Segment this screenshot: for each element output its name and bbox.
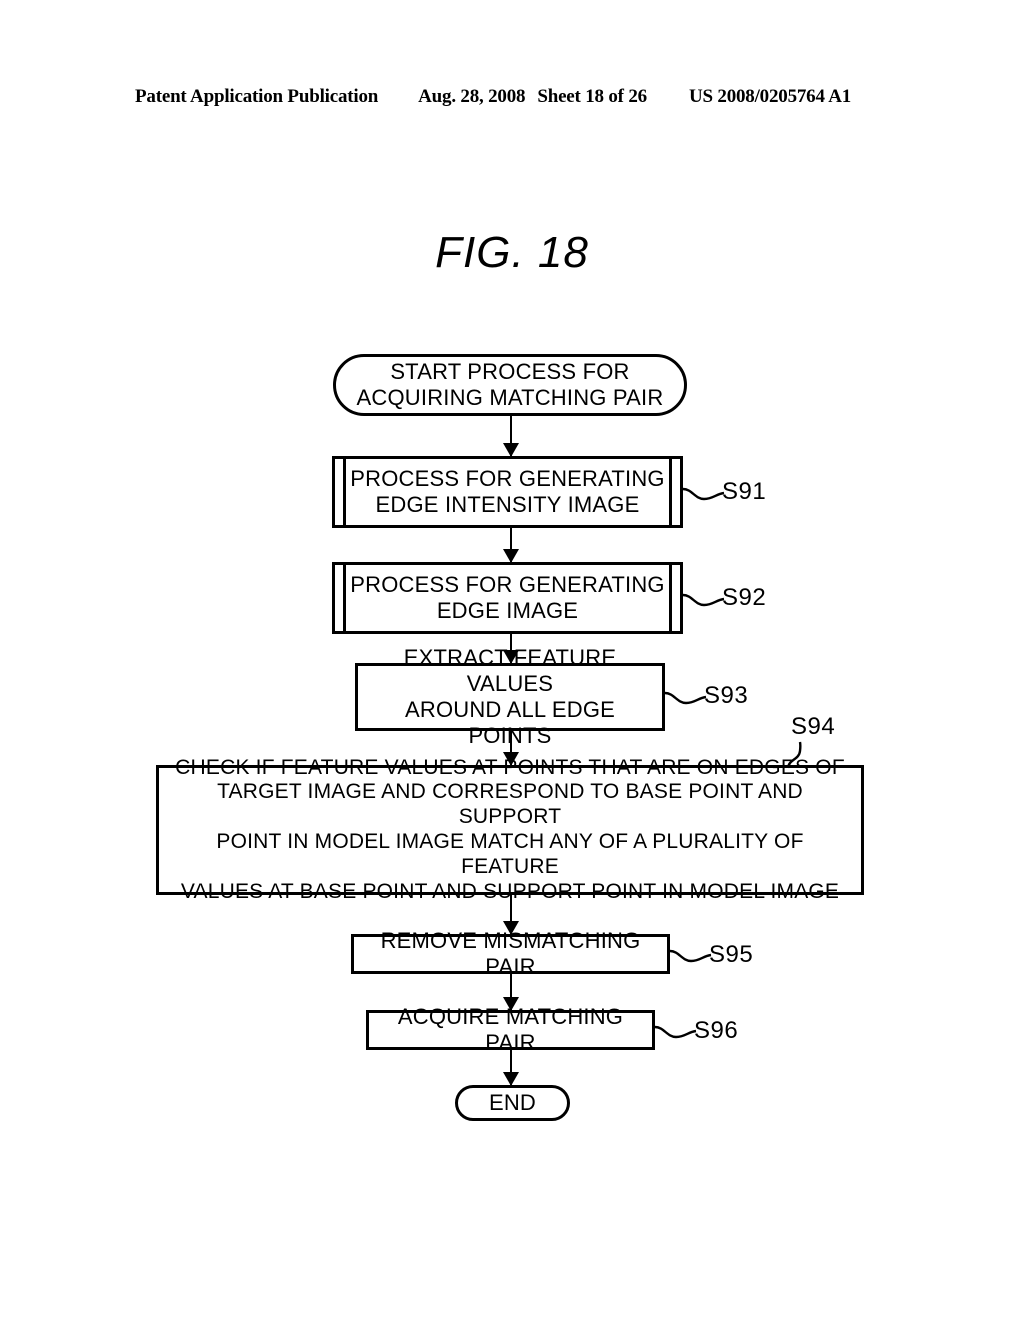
arrowhead-icon (503, 549, 519, 563)
flow-node-s91-text: PROCESS FOR GENERATING EDGE INTENSITY IM… (336, 466, 678, 518)
leader-line-s96 (654, 1025, 697, 1041)
flow-node-s91-line1: PROCESS FOR GENERATING (350, 466, 665, 492)
flow-node-s96: ACQUIRE MATCHING PAIR (366, 1004, 655, 1055)
leader-line-s95 (669, 949, 712, 965)
step-label-s94: S94 (791, 713, 836, 740)
flow-node-s95-text: REMOVE MISMATCHING PAIR (354, 928, 667, 980)
flow-node-s94-line3: POINT IN MODEL IMAGE MATCH ANY OF A PLUR… (216, 830, 804, 878)
arrowhead-icon (503, 1072, 519, 1086)
flow-node-s93-line2: AROUND ALL EDGE POINTS (404, 697, 616, 748)
step-label-s92: S92 (722, 584, 767, 611)
flow-node-s92-line2: EDGE IMAGE (436, 598, 579, 623)
flow-node-end: END (455, 1085, 570, 1121)
flow-node-s96-line1: ACQUIRE MATCHING PAIR (397, 1004, 624, 1055)
flow-node-s94: CHECK IF FEATURE VALUES AT POINTS THAT A… (156, 756, 864, 903)
flow-node-s94-line1: CHECK IF FEATURE VALUES AT POINTS THAT A… (175, 755, 845, 779)
flowchart-diagram: START PROCESS FOR ACQUIRING MATCHING PAI… (0, 0, 1024, 1320)
flow-node-s91-line2: EDGE INTENSITY IMAGE (375, 492, 640, 517)
flow-node-s94-line2: TARGET IMAGE AND CORRESPOND TO BASE POIN… (217, 780, 803, 829)
leader-line-s93 (664, 691, 707, 707)
flow-node-s91: PROCESS FOR GENERATING EDGE INTENSITY IM… (332, 456, 683, 528)
step-label-s96: S96 (694, 1017, 739, 1044)
flow-node-start: START PROCESS FOR ACQUIRING MATCHING PAI… (333, 354, 687, 416)
flow-node-end-line1: END (488, 1090, 537, 1116)
flow-node-s93-line1: EXTRACT FEATURE VALUES (403, 645, 617, 697)
flow-node-start-text: START PROCESS FOR ACQUIRING MATCHING PAI… (343, 359, 678, 411)
flow-node-start-line2: ACQUIRING MATCHING PAIR (356, 385, 664, 410)
step-label-s93: S93 (704, 682, 749, 709)
step-label-s95: S95 (709, 941, 754, 968)
flow-node-s92-line1: PROCESS FOR GENERATING (350, 572, 665, 598)
flow-node-s95: REMOVE MISMATCHING PAIR (351, 928, 670, 979)
flow-node-s93-text: EXTRACT FEATURE VALUES AROUND ALL EDGE P… (358, 645, 662, 749)
flow-node-s96-text: ACQUIRE MATCHING PAIR (369, 1004, 652, 1056)
flow-node-s94-line4: VALUES AT BASE POINT AND SUPPORT POINT I… (180, 879, 840, 903)
leader-line-s92 (682, 593, 725, 609)
step-label-s91: S91 (722, 478, 767, 505)
flow-node-s95-line1: REMOVE MISMATCHING PAIR (380, 928, 641, 979)
flow-node-s92: PROCESS FOR GENERATING EDGE IMAGE (332, 562, 683, 634)
flow-node-end-text: END (475, 1090, 550, 1116)
flow-node-s93: EXTRACT FEATURE VALUES AROUND ALL EDGE P… (355, 645, 665, 748)
flow-node-start-line1: START PROCESS FOR (390, 359, 630, 385)
arrowhead-icon (503, 443, 519, 457)
connector-arrow-s91-to-s92 (503, 528, 519, 563)
flow-node-s92-text: PROCESS FOR GENERATING EDGE IMAGE (336, 572, 678, 624)
flow-node-s94-text: CHECK IF FEATURE VALUES AT POINTS THAT A… (159, 756, 861, 905)
leader-line-s91 (682, 487, 725, 503)
connector-arrow-start-to-s91 (503, 416, 519, 457)
